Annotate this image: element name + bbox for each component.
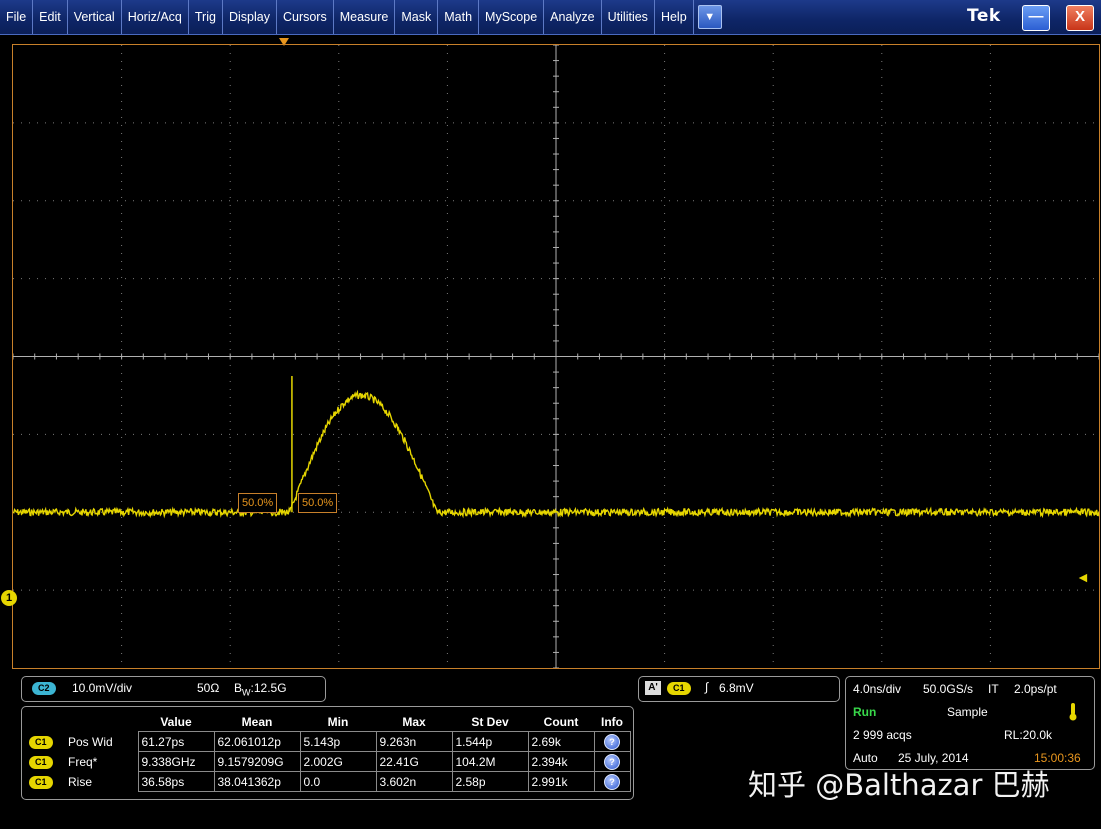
measurement-panel[interactable]: Value Mean Min Max St Dev Count Info C1 … — [21, 706, 634, 800]
trigger-level: 6.8mV — [719, 681, 754, 695]
trigger-level-arrow-icon[interactable]: ◄ — [1076, 570, 1090, 584]
measurement-min: 2.002G — [299, 751, 377, 772]
menu-bar: File Edit Vertical Horiz/Acq Trig Displa… — [0, 0, 1101, 35]
measurement-min: 5.143p — [299, 731, 377, 752]
time-per-div: 4.0ns/div — [853, 682, 902, 696]
measurement-max: 9.263n — [375, 731, 453, 752]
record-length: RL:20.0k — [1004, 728, 1053, 742]
graticule — [13, 45, 1099, 668]
measurement-value: 61.27ps — [137, 731, 215, 752]
measurement-row[interactable]: C1 Rise 36.58ps 38.041362p 0.0 3.602n 2.… — [26, 771, 631, 792]
menu-items: File Edit Vertical Horiz/Acq Trig Displa… — [0, 0, 722, 34]
info-icon[interactable]: ? — [593, 751, 631, 772]
acquisition-mode: Sample — [947, 705, 988, 719]
measurement-max: 3.602n — [375, 771, 453, 792]
channel2-badge: C2 — [32, 682, 56, 695]
info-icon[interactable]: ? — [593, 771, 631, 792]
menu-dropdown-button[interactable]: ▼ — [697, 5, 722, 29]
header-mean: Mean — [241, 714, 273, 729]
menu-display[interactable]: Display — [223, 0, 277, 34]
channel2-readout[interactable]: C2 10.0mV/div 50Ω BW:12.5G — [21, 676, 326, 702]
menu-horiz-acq[interactable]: Horiz/Acq — [122, 0, 189, 34]
measurement-header-row: Value Mean Min Max St Dev Count Info — [26, 712, 630, 732]
header-name — [62, 712, 138, 732]
measurement-count: 2.991k — [527, 771, 595, 792]
measurement-max: 22.41G — [375, 751, 453, 772]
acq-mode-it: IT — [988, 682, 999, 696]
waveform-display[interactable] — [12, 44, 1100, 669]
menu-analyze[interactable]: Analyze — [544, 0, 602, 34]
channel2-impedance: 50Ω — [197, 681, 220, 695]
header-count: Count — [543, 714, 579, 729]
header-info: Info — [601, 714, 623, 729]
channel1-ground-marker[interactable]: 1 — [1, 590, 17, 606]
measurement-name: Pos Wid — [68, 734, 113, 749]
header-min: Min — [327, 714, 349, 729]
menu-mask[interactable]: Mask — [395, 0, 439, 34]
header-max: Max — [402, 714, 426, 729]
measurement-table: Value Mean Min Max St Dev Count Info C1 … — [26, 712, 631, 792]
thermometer-icon — [1069, 703, 1077, 721]
menu-help[interactable]: Help — [655, 0, 694, 34]
measurement-source: C1 — [26, 772, 62, 792]
channel2-scale: 10.0mV/div — [72, 681, 133, 695]
watermark: 知乎 @Balthazar 巴赫 — [748, 768, 1050, 802]
menu-trig[interactable]: Trig — [189, 0, 223, 34]
measurement-mean: 38.041362p — [213, 771, 301, 792]
measurement-value: 36.58ps — [137, 771, 215, 792]
info-icon[interactable]: ? — [593, 731, 631, 752]
measurement-name: Rise — [68, 774, 93, 789]
measurement-row[interactable]: C1 Pos Wid 61.27ps 62.061012p 5.143p 9.2… — [26, 731, 631, 752]
menu-myscope[interactable]: MyScope — [479, 0, 545, 34]
resolution: 2.0ps/pt — [1014, 682, 1057, 696]
menu-measure[interactable]: Measure — [334, 0, 396, 34]
trigger-mode-badge: A' — [645, 681, 661, 695]
channel2-bandwidth: BW:12.5G — [234, 681, 287, 698]
menu-utilities[interactable]: Utilities — [602, 0, 655, 34]
acquisition-count: 2 999 acqs — [853, 728, 912, 742]
close-button[interactable]: X — [1066, 5, 1094, 31]
measure-ref-label-right: 50.0% — [298, 493, 338, 513]
measurement-count: 2.69k — [527, 731, 595, 752]
measurement-mean: 9.1579209G — [213, 751, 301, 772]
minimize-button[interactable]: — — [1022, 5, 1050, 31]
measurement-source: C1 — [26, 732, 62, 752]
menu-cursors[interactable]: Cursors — [277, 0, 334, 34]
measurement-mean: 62.061012p — [213, 731, 301, 752]
trigger-readout[interactable]: A' C1 ∫ 6.8mV — [638, 676, 840, 702]
header-stdev: St Dev — [471, 714, 509, 729]
tek-logo: Tek — [967, 6, 1001, 26]
measure-ref-label-left: 50.0% — [238, 493, 278, 513]
sample-rate: 50.0GS/s — [923, 682, 974, 696]
menu-vertical[interactable]: Vertical — [68, 0, 122, 34]
measurement-name: Freq* — [68, 754, 98, 769]
measurement-count: 2.394k — [527, 751, 595, 772]
header-value: Value — [160, 714, 192, 729]
measurement-row[interactable]: C1 Freq* 9.338GHz 9.1579209G 2.002G 22.4… — [26, 751, 631, 772]
horizontal-readout[interactable]: 4.0ns/div 50.0GS/s IT 2.0ps/pt Run Sampl… — [845, 676, 1095, 770]
measurement-value: 9.338GHz — [137, 751, 215, 772]
measurement-stdev: 2.58p — [451, 771, 529, 792]
menu-math[interactable]: Math — [438, 0, 480, 34]
measurement-source: C1 — [26, 752, 62, 772]
header-source — [26, 712, 62, 732]
menu-file[interactable]: File — [0, 0, 34, 34]
measurement-stdev: 104.2M — [451, 751, 529, 772]
trigger-slope-icon: ∫ — [705, 680, 709, 694]
run-status[interactable]: Run — [853, 705, 876, 719]
measurement-min: 0.0 — [299, 771, 377, 792]
measurement-stdev: 1.544p — [451, 731, 529, 752]
trigger-source-badge: C1 — [667, 682, 691, 695]
menu-edit[interactable]: Edit — [33, 0, 68, 34]
